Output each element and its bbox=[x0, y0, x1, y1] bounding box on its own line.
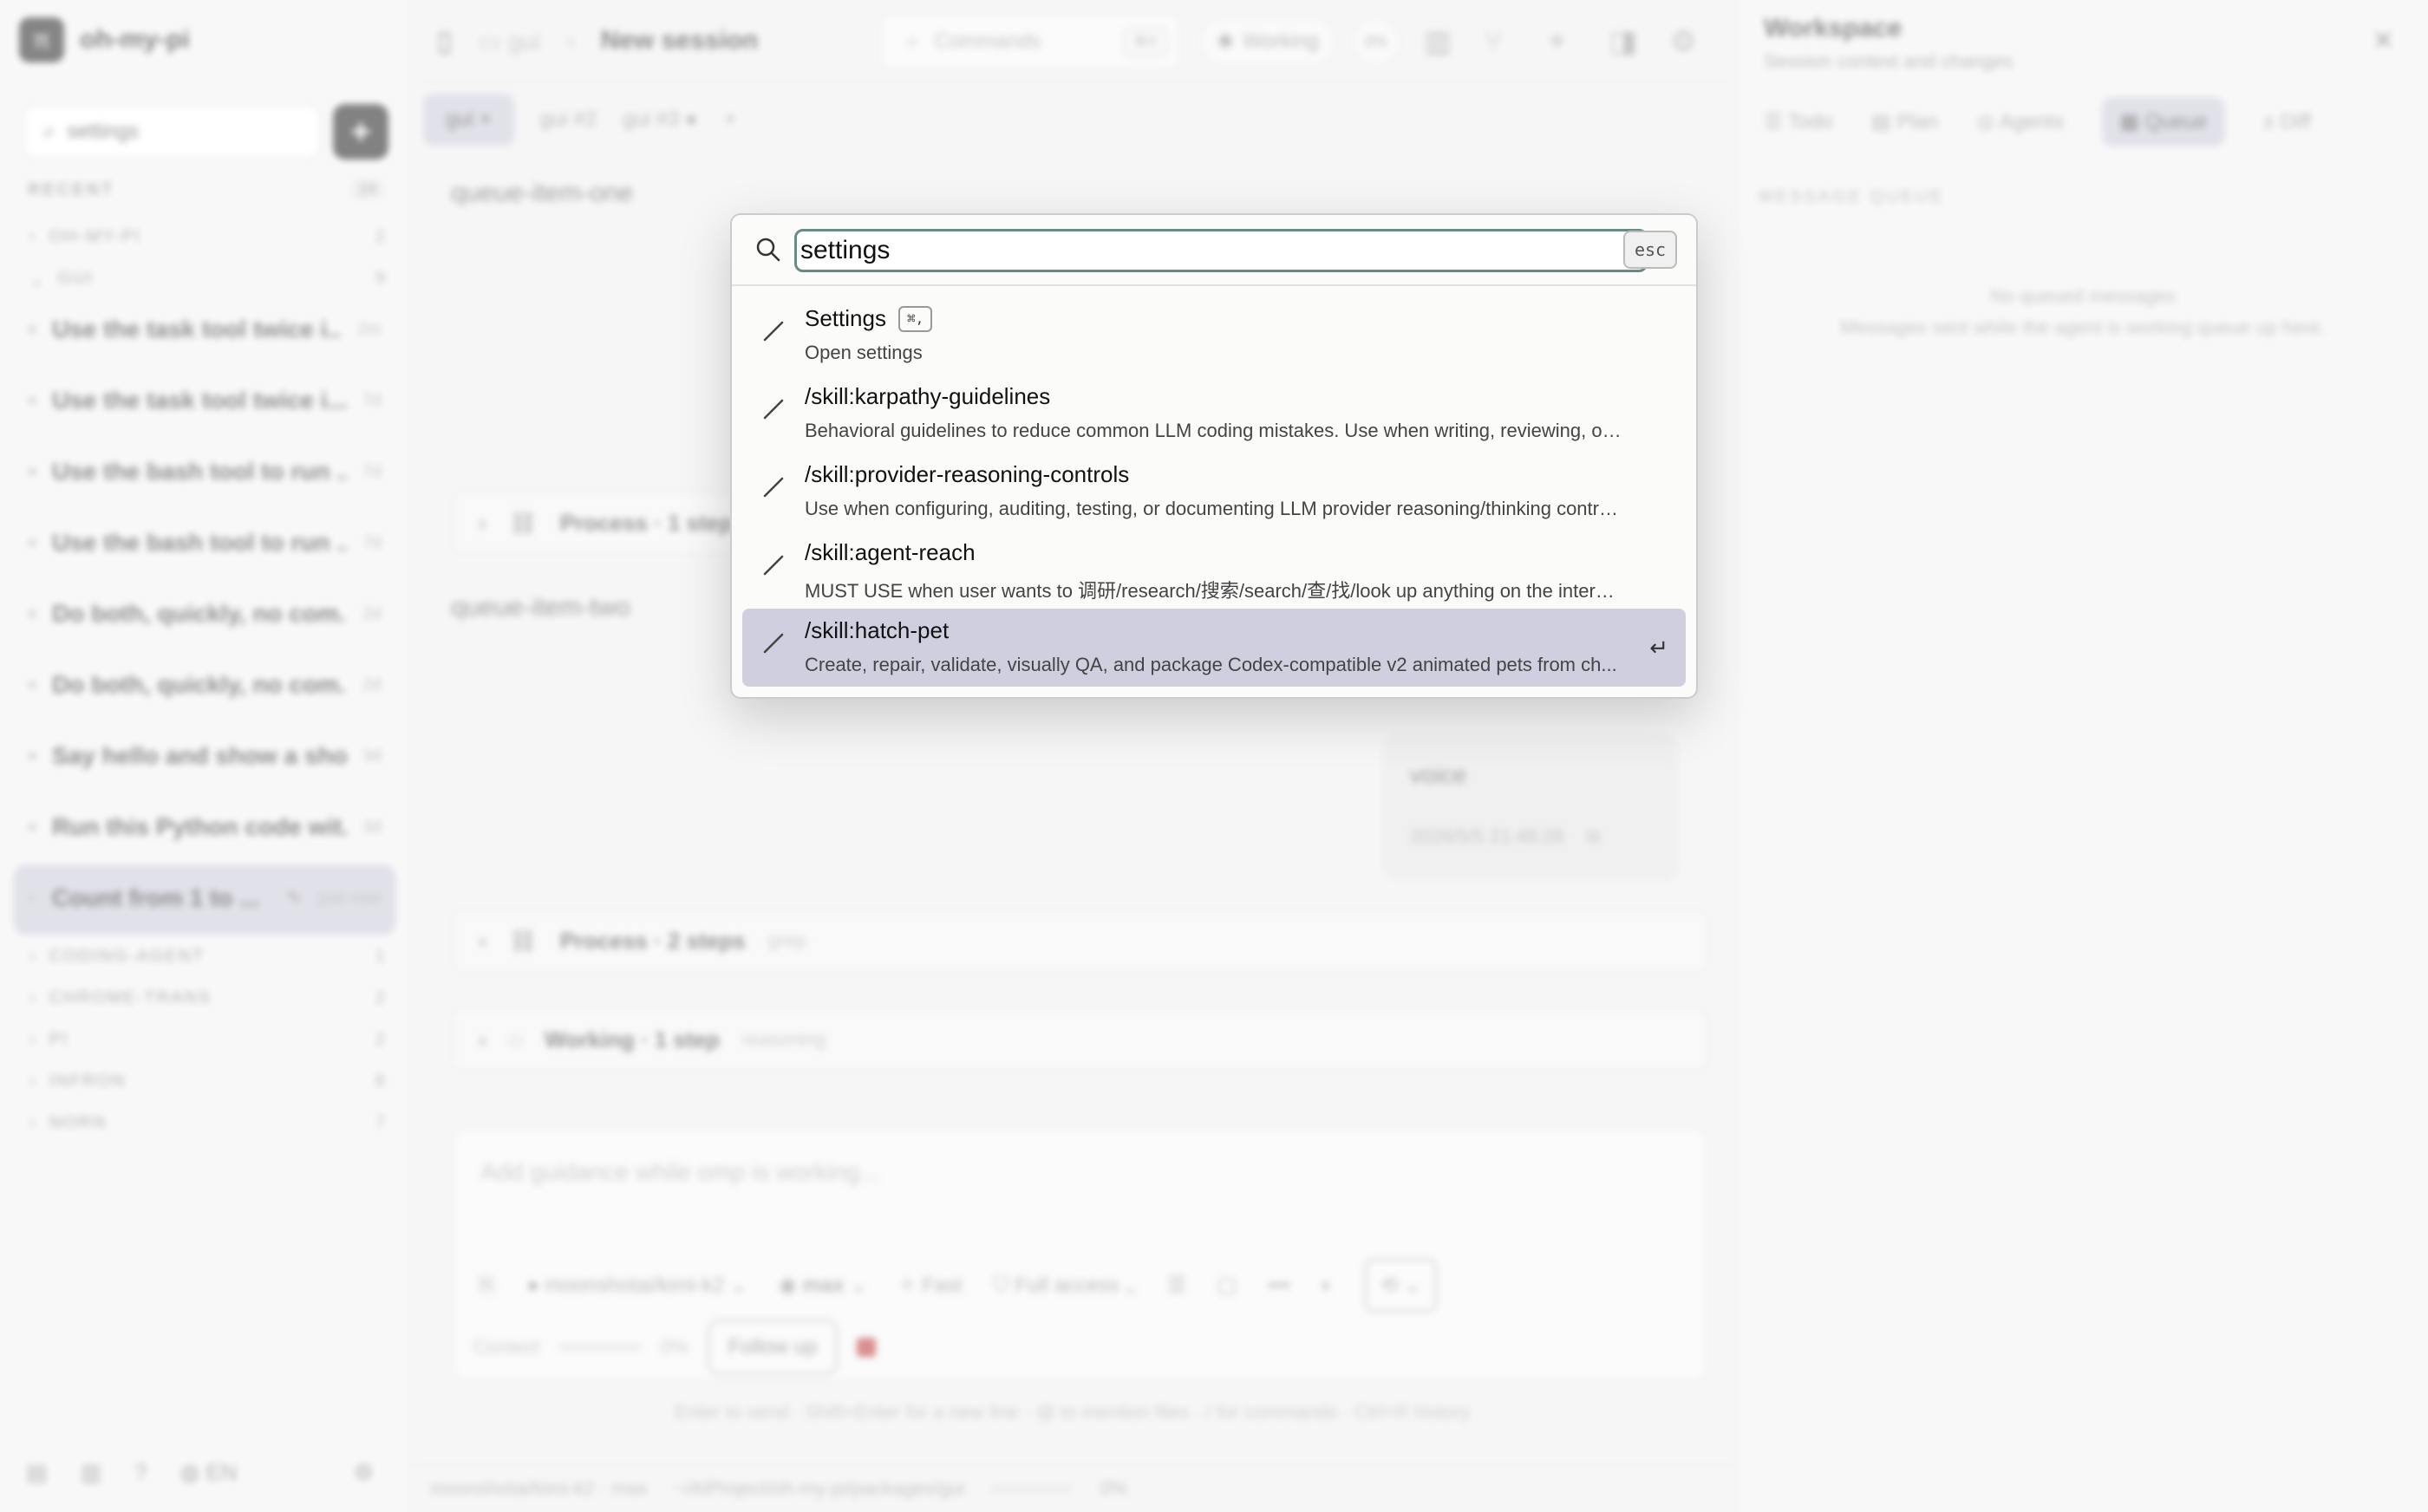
enter-key-icon: ↵ bbox=[1649, 635, 1668, 661]
shortcut-badge: ⌘, bbox=[897, 306, 933, 332]
palette-item-agent-reach[interactable]: /skill:agent-reach MUST USE when user wa… bbox=[742, 531, 1686, 609]
palette-item-provider-reasoning-controls[interactable]: /skill:provider-reasoning-controls Use w… bbox=[742, 453, 1686, 531]
palette-item-name: Settings ⌘, bbox=[805, 305, 933, 332]
command-slash-icon bbox=[763, 633, 784, 654]
palette-item-name: /skill:hatch-pet bbox=[805, 617, 950, 643]
palette-header: esc bbox=[732, 215, 1696, 286]
palette-item-desc: Create, repair, validate, visually QA, a… bbox=[805, 654, 1617, 675]
command-slash-icon bbox=[763, 555, 784, 576]
command-slash-icon bbox=[763, 399, 784, 420]
palette-results: Settings ⌘, Open settings /skill:karpathy… bbox=[742, 297, 1686, 687]
palette-item-desc: Open settings bbox=[805, 342, 923, 363]
search-icon bbox=[756, 238, 780, 262]
palette-item-name: /skill:agent-reach bbox=[805, 539, 976, 565]
command-slash-icon bbox=[763, 321, 784, 342]
palette-item-name: /skill:karpathy-guidelines bbox=[805, 383, 1051, 409]
palette-item-name: /skill:provider-reasoning-controls bbox=[805, 461, 1130, 487]
palette-item-karpathy-guidelines[interactable]: /skill:karpathy-guidelines Behavioral gu… bbox=[742, 375, 1686, 453]
palette-item-desc: Behavioral guidelines to reduce common L… bbox=[805, 420, 1625, 441]
palette-item-desc: MUST USE when user wants to 调研/research/… bbox=[805, 580, 1625, 602]
command-palette: esc Settings ⌘, Open settings /skill:karp… bbox=[730, 213, 1698, 699]
palette-item-settings[interactable]: Settings ⌘, Open settings bbox=[742, 297, 1686, 375]
palette-search-input[interactable] bbox=[794, 229, 1648, 272]
command-slash-icon bbox=[763, 477, 784, 498]
item-name-text: Settings bbox=[805, 305, 886, 331]
esc-button[interactable]: esc bbox=[1623, 231, 1677, 269]
palette-item-hatch-pet[interactable]: /skill:hatch-pet Create, repair, validat… bbox=[742, 609, 1686, 687]
palette-item-desc: Use when configuring, auditing, testing,… bbox=[805, 498, 1625, 519]
